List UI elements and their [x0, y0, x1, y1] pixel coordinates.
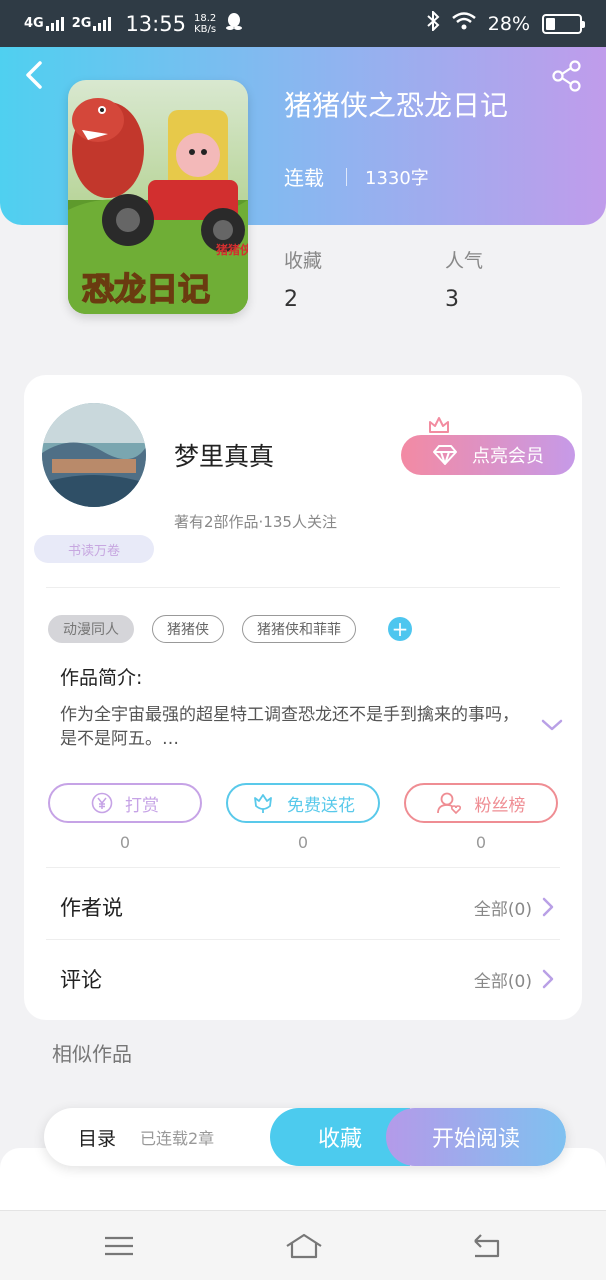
action-label: 免费送花: [287, 795, 355, 816]
stat-value: 2: [284, 287, 298, 312]
crown-icon: [429, 417, 449, 433]
row-link-label: 全部(0): [473, 899, 532, 920]
intro-text: 作为全宇宙最强的超星特工调查恐龙还不是手到擒来的事吗，是不是阿五。…: [60, 705, 519, 749]
stat-label: 人气: [445, 250, 484, 272]
book-title: 猪猪侠之恐龙日记: [284, 89, 509, 122]
reading-action-bar: 目录 已连载2章 收藏 开始阅读: [44, 1108, 566, 1166]
fan-icon: [436, 792, 461, 815]
speed-unit: KB/s: [194, 23, 217, 35]
comments-row[interactable]: 评论 全部(0): [24, 949, 582, 1009]
back-button[interactable]: [22, 60, 48, 90]
free-flower-button[interactable]: 免费送花: [226, 783, 380, 823]
flower-count: 0: [297, 833, 309, 852]
row-link[interactable]: 全部(0): [474, 967, 554, 992]
chevron-right-icon: [542, 969, 554, 989]
stat-favorites: 收藏 2: [284, 246, 322, 312]
chapter-count: 已连载2章: [140, 1129, 215, 1148]
tag-chip[interactable]: 猪猪侠: [152, 615, 224, 643]
back-nav-icon[interactable]: [470, 1231, 504, 1261]
signal-2g: 2G: [72, 16, 112, 31]
avatar[interactable]: [42, 403, 146, 507]
reward-button[interactable]: 打赏: [48, 783, 202, 823]
row-label: 评论: [60, 968, 102, 992]
signal-4g: 4G: [24, 16, 64, 31]
toc-button[interactable]: 目录: [78, 1108, 116, 1166]
intro-label: 作品简介:: [60, 667, 143, 689]
book-word-count: 1330字: [365, 167, 429, 189]
reader-badge: 书读万卷: [34, 535, 154, 563]
network-type-label: 2G: [71, 16, 92, 31]
stat-value: 3: [445, 287, 459, 312]
share-icon: [552, 60, 581, 92]
battery-percent: 28%: [487, 12, 530, 35]
avatar-image: [42, 403, 146, 507]
tag-list: 动漫同人 猪猪侠 猪猪侠和菲菲 +: [48, 615, 412, 643]
book-cover-image: 猪猪侠 恐龙日记: [68, 80, 248, 314]
row-link[interactable]: 全部(0): [474, 895, 554, 920]
battery-level: [546, 17, 555, 30]
add-tag-button[interactable]: +: [388, 617, 412, 641]
menu-icon[interactable]: [102, 1231, 136, 1261]
row-label: 作者说: [60, 896, 123, 920]
signal-icon: [93, 17, 112, 31]
divider: [46, 587, 560, 588]
diamond-icon: [433, 445, 457, 465]
tag-chip[interactable]: 动漫同人: [48, 615, 134, 643]
action-label: 打赏: [125, 795, 159, 816]
divider: [46, 939, 560, 940]
book-detail-card: 书读万卷 梦里真真 著有2部作品·135人关注 点亮会员 动漫同人 猪猪侠 猪猪…: [24, 375, 582, 1020]
book-cover[interactable]: 猪猪侠 恐龙日记: [68, 80, 248, 314]
speed-value: 18.2: [193, 12, 217, 24]
meta-divider: [346, 167, 347, 186]
network-type-label: 4G: [24, 16, 44, 31]
share-button[interactable]: [551, 60, 583, 92]
vip-button-label: 点亮会员: [472, 446, 544, 467]
start-reading-button[interactable]: 开始阅读: [386, 1108, 566, 1166]
clock: 13:55: [125, 11, 186, 36]
row-link-label: 全部(0): [473, 971, 532, 992]
author-stats: 著有2部作品·135人关注: [174, 513, 337, 531]
home-icon[interactable]: [284, 1231, 324, 1261]
wifi-icon: [451, 12, 476, 35]
author-says-row[interactable]: 作者说 全部(0): [24, 877, 582, 937]
tag-chip[interactable]: 猪猪侠和菲菲: [242, 615, 356, 643]
cover-title: 恐龙日记: [82, 270, 210, 308]
action-label: 粉丝榜: [474, 795, 526, 816]
stat-label: 收藏: [284, 250, 323, 272]
bluetooth-icon: [426, 9, 440, 36]
signal-icon: [45, 17, 64, 31]
network-speed: 18.2 KB/s: [194, 13, 216, 35]
book-meta: 连载 1330字: [284, 162, 429, 191]
reward-count: 0: [119, 833, 131, 852]
system-nav-bar: [0, 1210, 606, 1280]
battery-icon: [542, 13, 585, 34]
book-status: 连载: [284, 166, 324, 190]
similar-works-heading: 相似作品: [52, 1042, 132, 1066]
stat-popularity: 人气 3: [445, 246, 483, 312]
yuan-icon: [91, 792, 113, 814]
fan-count: 0: [475, 833, 487, 852]
status-bar: 4G 2G 13:55 18.2 KB/s 28%: [0, 0, 606, 47]
fan-ranking-button[interactable]: 粉丝榜: [404, 783, 558, 823]
divider: [46, 867, 560, 868]
author-name[interactable]: 梦里真真: [174, 437, 274, 473]
flower-icon: [254, 794, 272, 813]
cover-subtitle: 猪猪侠: [215, 242, 248, 257]
qq-icon: [226, 12, 243, 35]
vip-button[interactable]: 点亮会员: [401, 435, 575, 475]
chevron-left-icon: [26, 61, 42, 89]
chevron-down-icon[interactable]: [540, 717, 564, 733]
chevron-right-icon: [542, 897, 554, 917]
